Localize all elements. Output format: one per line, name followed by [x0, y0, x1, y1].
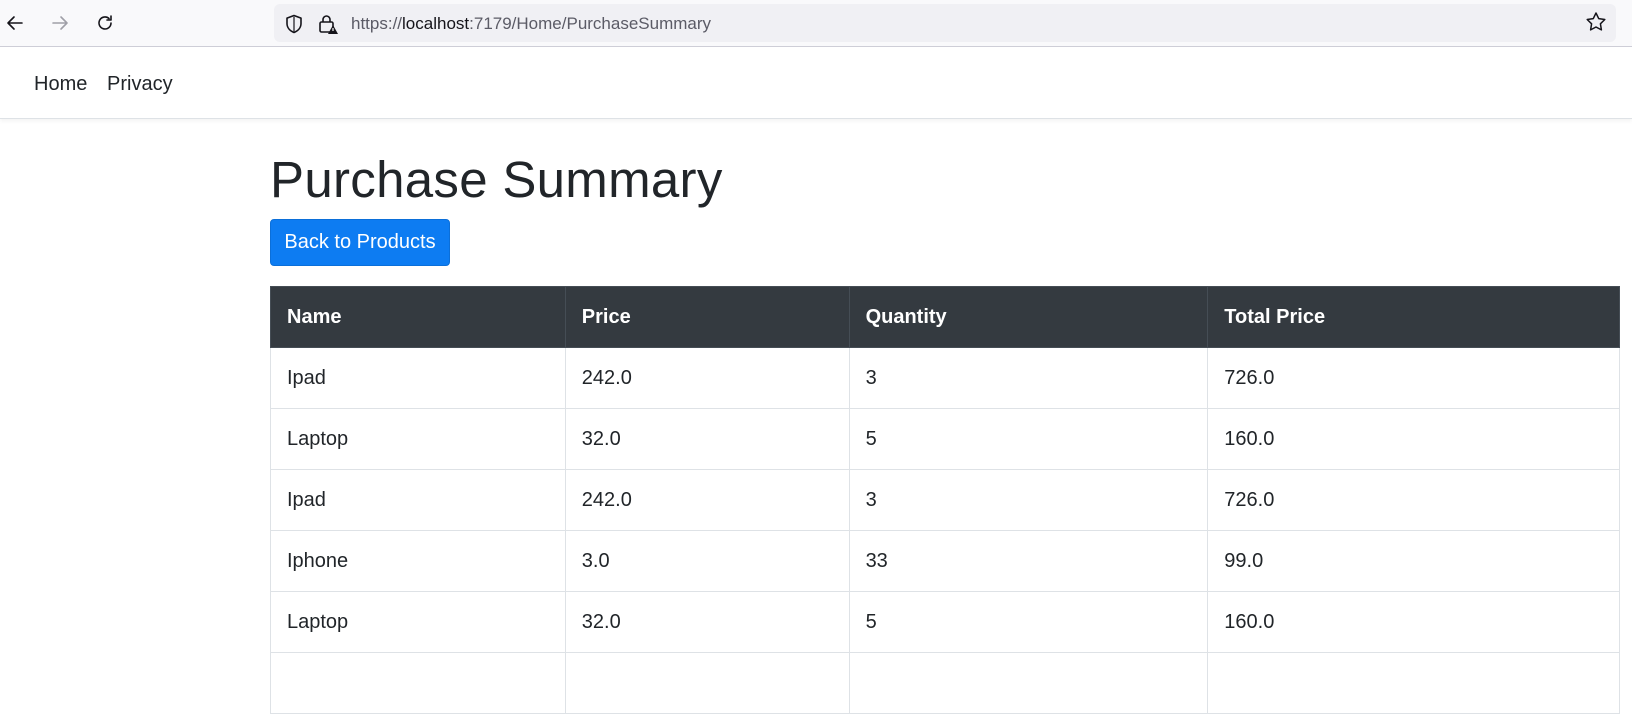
table-row: Ipad 242.0 3 726.0 — [270, 347, 1620, 409]
table-header-row: Name Price Quantity Total Price — [270, 286, 1620, 348]
back-arrow-icon[interactable] — [0, 8, 30, 38]
column-header-total-price: Total Price — [1207, 286, 1620, 348]
address-bar[interactable]: https://localhost:7179/Home/PurchaseSumm… — [274, 4, 1616, 42]
cell-price: 242.0 — [564, 347, 850, 409]
purchase-summary-table: Name Price Quantity Total Price Ipad 242… — [270, 286, 1620, 714]
table-row: Laptop 32.0 5 160.0 — [270, 591, 1620, 653]
cell-quantity: 3 — [848, 347, 1209, 409]
cell-name: Laptop — [270, 591, 566, 653]
cell-price: 32.0 — [564, 408, 850, 470]
cell-quantity: 3 — [848, 469, 1209, 531]
table-row: Ipad 242.0 3 726.0 — [270, 469, 1620, 531]
site-navbar: Home Privacy — [0, 47, 1632, 119]
cell-total-price: 160.0 — [1207, 591, 1620, 653]
cell-total-price: 99.0 — [1207, 530, 1620, 592]
cell-total-price: 726.0 — [1207, 469, 1620, 531]
nav-link-home[interactable]: Home — [34, 73, 87, 96]
cell-price: 32.0 — [564, 591, 850, 653]
browser-toolbar: https://localhost:7179/Home/PurchaseSumm… — [0, 0, 1632, 47]
cell-name: Ipad — [270, 347, 566, 409]
cell-price — [564, 652, 850, 714]
column-header-quantity: Quantity — [848, 286, 1209, 348]
url-text[interactable]: https://localhost:7179/Home/PurchaseSumm… — [351, 14, 711, 34]
table-row: Iphone 3.0 33 99.0 — [270, 530, 1620, 592]
table-row: Laptop 32.0 5 160.0 — [270, 408, 1620, 470]
cell-name: Ipad — [270, 469, 566, 531]
cell-quantity: 5 — [848, 408, 1209, 470]
cell-price: 3.0 — [564, 530, 850, 592]
reload-icon[interactable] — [90, 8, 120, 38]
shield-icon[interactable] — [283, 13, 305, 35]
cell-total-price: 726.0 — [1207, 347, 1620, 409]
column-header-name: Name — [270, 286, 566, 348]
cell-name: Iphone — [270, 530, 566, 592]
lock-warning-icon[interactable] — [317, 13, 339, 35]
cell-quantity: 5 — [848, 591, 1209, 653]
cell-quantity: 33 — [848, 530, 1209, 592]
cell-name — [270, 652, 566, 714]
cell-quantity — [848, 652, 1209, 714]
table-row — [270, 652, 1620, 714]
forward-arrow-icon[interactable] — [45, 8, 75, 38]
nav-link-privacy[interactable]: Privacy — [107, 73, 173, 96]
cell-name: Laptop — [270, 408, 566, 470]
cell-total-price: 160.0 — [1207, 408, 1620, 470]
page-title: Purchase Summary — [270, 151, 723, 208]
cell-total-price — [1207, 652, 1620, 714]
cell-price: 242.0 — [564, 469, 850, 531]
column-header-price: Price — [564, 286, 850, 348]
bookmark-star-icon[interactable] — [1585, 11, 1607, 33]
back-to-products-button[interactable]: Back to Products — [270, 219, 450, 266]
